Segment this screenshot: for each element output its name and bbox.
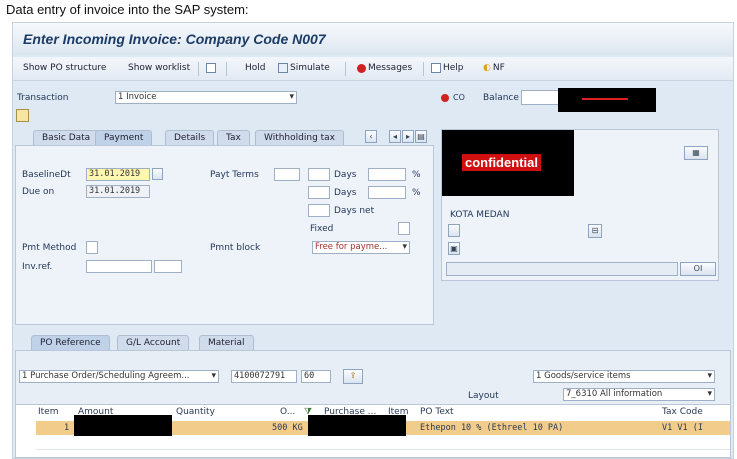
calendar-icon[interactable] [152, 168, 163, 180]
goods-service-select[interactable]: 1 Goods/service items [533, 370, 715, 383]
vendor-city: KOTA MEDAN [450, 210, 510, 220]
row-tax-code[interactable]: V1 V1 (I [662, 423, 703, 433]
new-document-icon[interactable] [206, 63, 216, 73]
pmnt-block-select[interactable]: Free for payme... [312, 241, 410, 254]
layout-select[interactable]: 7_6310 All information [563, 388, 715, 401]
due-on-label: Due on [22, 187, 55, 197]
show-po-structure-button[interactable]: Show PO structure [23, 63, 106, 73]
tab-po-reference[interactable]: PO Reference [31, 335, 110, 350]
balance-redaction [558, 88, 656, 112]
pct2-label: % [412, 188, 421, 198]
vendor-bank-icon[interactable]: ▣ [448, 242, 460, 255]
tab-withholding-tax[interactable]: Withholding tax [255, 130, 345, 145]
pct1-label: % [412, 170, 421, 180]
tab-tax[interactable]: Tax [217, 130, 250, 145]
vendor-details-icon[interactable]: ▦ [684, 146, 708, 160]
title-bar: Enter Incoming Invoice: Company Code N00… [13, 23, 733, 55]
vendor-doc-icon[interactable] [448, 224, 460, 237]
balance-label: Balance [483, 93, 519, 103]
tab-basic-data[interactable]: Basic Data [33, 130, 100, 145]
transaction-label: Transaction [17, 93, 69, 103]
amount-redaction [74, 415, 172, 437]
days-net-field[interactable] [308, 204, 330, 217]
row-po-text: Ethepon 10 % (Ethreel 10 PA) [420, 423, 564, 433]
balance-status-icon [441, 94, 449, 102]
show-worklist-button[interactable]: Show worklist [128, 63, 190, 73]
baseline-label: BaselineDt [22, 170, 71, 180]
col-o[interactable]: O... [280, 407, 295, 419]
vendor-oi-field [446, 262, 678, 276]
oi-button[interactable]: OI [680, 262, 716, 276]
tab-scroll-left-icon[interactable]: ‹ [365, 130, 377, 143]
tab-list-icon[interactable]: ▤ [415, 130, 427, 143]
table-row[interactable]: 1 500 KG Ethepon 10 % (Ethreel 10 PA) V1… [36, 415, 730, 437]
tab-next-icon[interactable]: ▸ [402, 130, 414, 143]
sap-window: Enter Incoming Invoice: Company Code N00… [12, 22, 734, 459]
hold-button[interactable]: Hold [245, 63, 266, 73]
row-item: 1 [64, 423, 70, 433]
baseline-date-field[interactable]: 31.01.2019 [86, 168, 150, 181]
pct2-field[interactable] [368, 186, 406, 199]
red-light-icon [357, 63, 366, 73]
payment-panel: BaselineDt 31.01.2019 Due on 31.01.2019 … [15, 145, 434, 325]
po-number-field[interactable]: 4100072791 [231, 370, 297, 383]
tab-prev-icon[interactable]: ◂ [389, 130, 401, 143]
help-button[interactable]: Help [431, 63, 464, 73]
vendor-redaction: confidential [442, 130, 574, 196]
po-type-select[interactable]: 1 Purchase Order/Scheduling Agreem... [19, 370, 219, 383]
pmnt-block-label: Pmnt block [210, 243, 261, 253]
days1-label: Days [334, 170, 357, 180]
days2-label: Days [334, 188, 357, 198]
balance-field[interactable] [521, 90, 561, 105]
nf-icon: ◐ [483, 63, 491, 73]
vendor-search-icon[interactable]: ⊟ [588, 224, 602, 238]
col-po-text[interactable]: PO Text [420, 407, 454, 419]
days1-field[interactable] [308, 168, 330, 181]
fixed-checkbox[interactable] [398, 222, 410, 235]
fixed-label: Fixed [310, 224, 334, 234]
po-item-field[interactable]: 60 [301, 370, 331, 383]
po-transfer-icon[interactable]: ⇪ [343, 369, 363, 384]
pct1-field[interactable] [368, 168, 406, 181]
vendor-panel: confidential ▦ KOTA MEDAN ⊟ ▣ OI [441, 129, 719, 281]
invref-field1[interactable] [86, 260, 152, 273]
tab-gl-account[interactable]: G/L Account [117, 335, 190, 350]
po-items-grid: Item Amount Quantity O... ⧩ Purchase ...… [15, 404, 731, 458]
caption: Data entry of invoice into the SAP syste… [6, 2, 249, 17]
col-quantity[interactable]: Quantity [176, 407, 215, 419]
application-toolbar: Show PO structure Show worklist Hold Sim… [13, 57, 733, 81]
payt-terms-label: Payt Terms [210, 170, 259, 180]
layout-label: Layout [468, 391, 499, 401]
due-on-field: 31.01.2019 [86, 185, 150, 198]
help-icon [431, 63, 441, 73]
simulate-button[interactable]: Simulate [278, 63, 330, 73]
pmt-method-label: Pmt Method [22, 243, 77, 253]
transaction-select[interactable]: 1 Invoice [115, 91, 297, 104]
purchase-redaction [308, 415, 406, 437]
messages-button[interactable]: Messages [357, 63, 412, 73]
pmt-method-field[interactable] [86, 241, 98, 254]
col-tax-code[interactable]: Tax Code [662, 407, 703, 419]
invref-label: Inv.ref. [22, 262, 53, 272]
table-row-empty[interactable] [36, 436, 730, 450]
days-net-label: Days net [334, 206, 375, 216]
tab-details[interactable]: Details [165, 130, 215, 145]
nf-button[interactable]: ◐ NF [483, 63, 505, 73]
table-icon [278, 63, 288, 73]
payt-terms-field[interactable] [274, 168, 300, 181]
document-icon[interactable] [16, 109, 29, 122]
row-quantity: 500 KG [272, 423, 303, 433]
window-title: Enter Incoming Invoice: Company Code N00… [23, 31, 326, 47]
tab-payment[interactable]: Payment [95, 130, 153, 145]
tab-material[interactable]: Material [199, 335, 254, 350]
invref-field2[interactable] [154, 260, 182, 273]
col-item[interactable]: Item [38, 407, 59, 419]
balance-status-co: CO [453, 93, 465, 102]
confidential-label: confidential [462, 154, 541, 171]
days2-field[interactable] [308, 186, 330, 199]
